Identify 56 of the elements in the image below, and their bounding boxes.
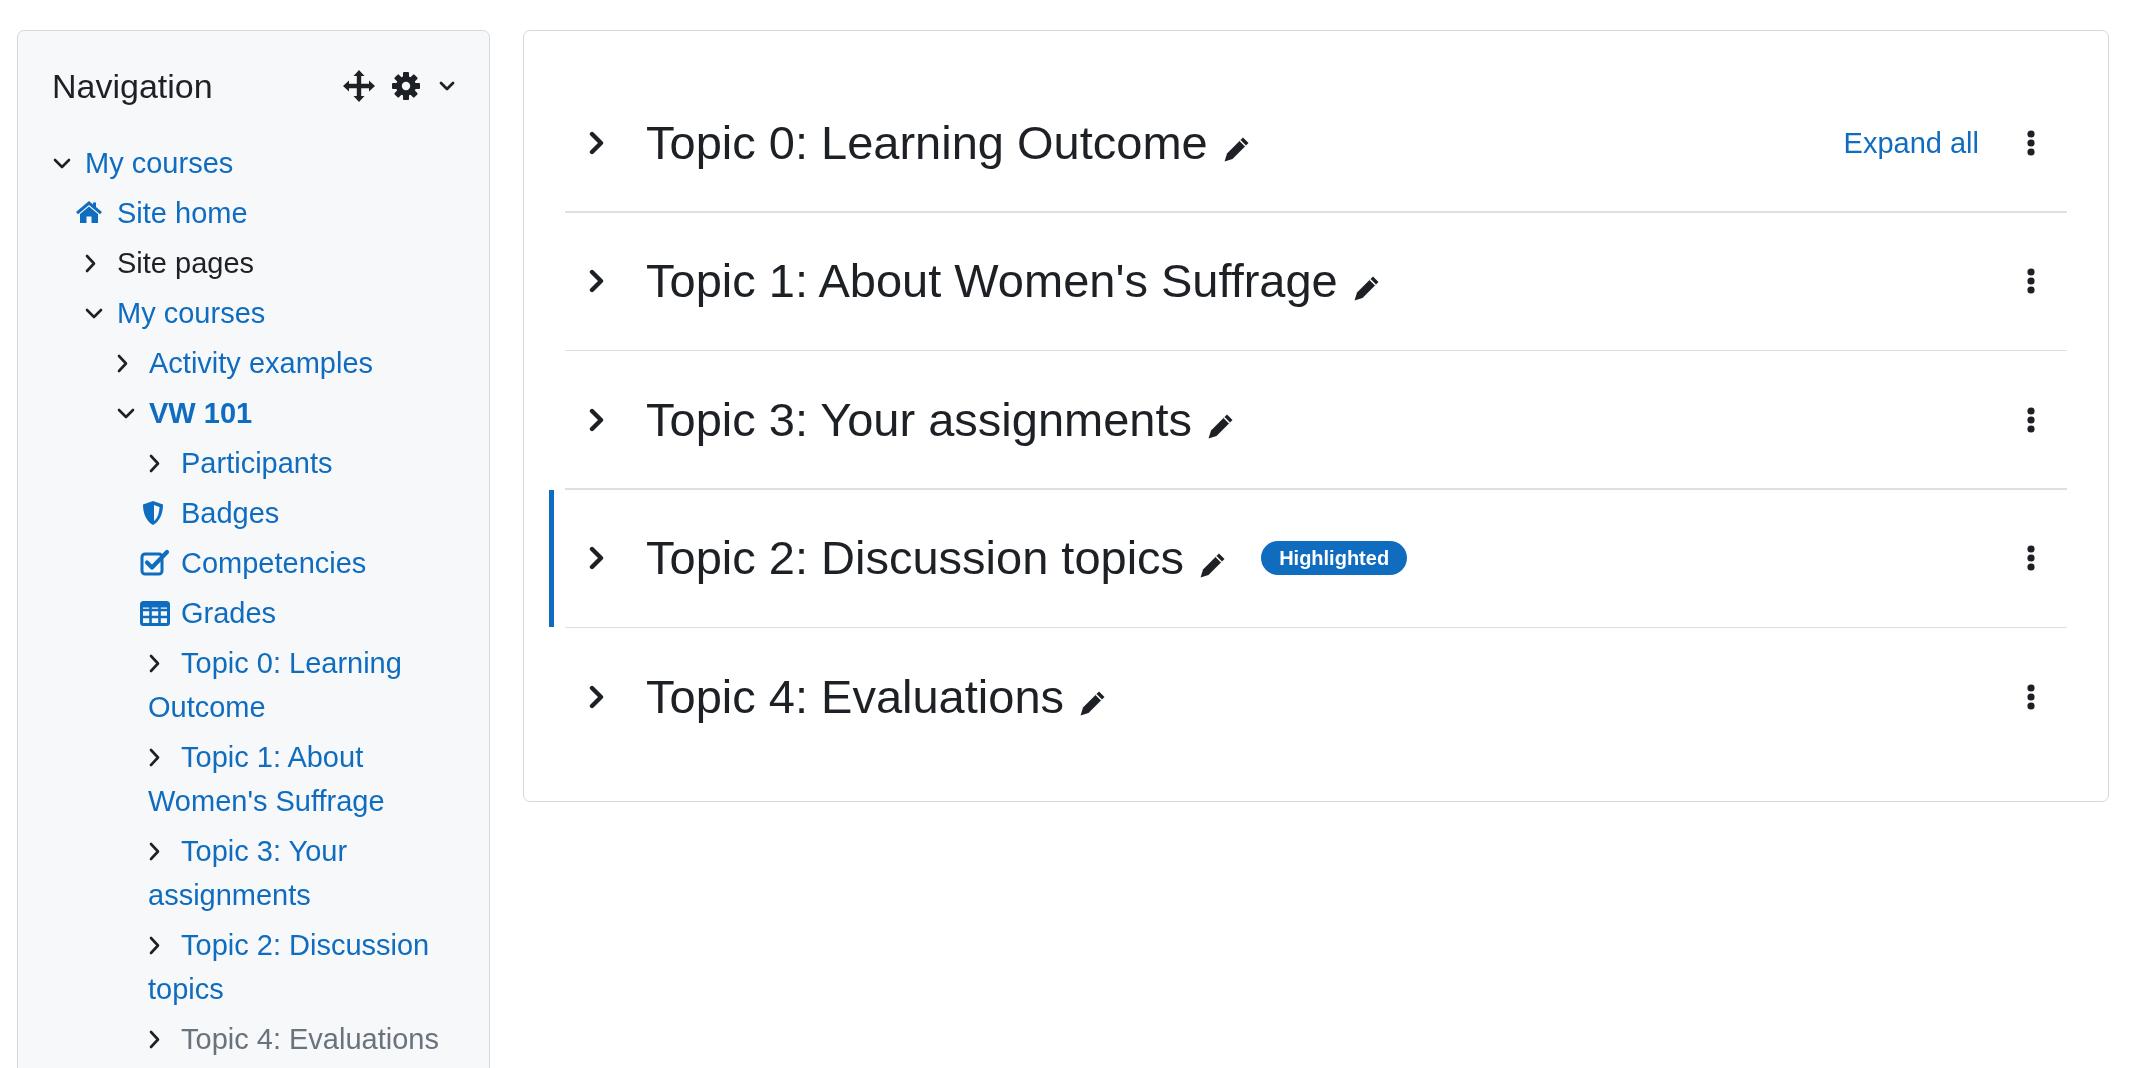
chevron-right-icon[interactable] [149,747,160,767]
nav-link[interactable]: Participants [148,441,333,485]
pencil-icon[interactable] [1207,413,1235,440]
nav-link[interactable]: Topic 0: Learning Outcome [148,641,455,729]
pencil-icon[interactable] [1352,274,1380,302]
chevron-right-icon[interactable] [149,1029,160,1049]
chevron-right-icon[interactable] [149,653,160,673]
section-title[interactable]: Topic 4: Evaluations [646,668,1065,725]
chevron-right-icon[interactable] [589,407,605,432]
chevron-right-icon[interactable] [589,269,605,293]
nav-link[interactable]: My courses [84,291,266,335]
nav-link[interactable]: VW 101 [116,391,253,435]
house-icon [75,200,103,225]
pencil-icon[interactable] [1199,551,1227,579]
pencil-icon[interactable] [1222,136,1250,163]
nav-link[interactable]: Topic 2: Discussion topics [148,923,455,1011]
nav-link[interactable]: Grades [140,591,277,635]
settings-icon[interactable] [392,72,420,100]
chevron-right-icon[interactable] [117,353,128,373]
caret-icon[interactable] [439,81,455,91]
chevron-right-icon[interactable] [589,130,605,155]
kebab-menu-icon[interactable] [2027,129,2035,156]
chevron-down-icon[interactable] [53,157,71,169]
chevron-right-icon[interactable] [149,453,160,473]
nav-link[interactable]: Topic 1: About Women's Suffrage [148,735,455,823]
nav-link[interactable]: Topic 4: Evaluations [148,1017,439,1061]
nav-item[interactable]: Site pages [84,241,255,285]
block-title: Navigation [52,66,213,107]
shield-icon [142,500,164,527]
chevron-right-icon[interactable] [149,935,160,955]
chevron-down-icon[interactable] [117,407,135,419]
status-badge: Highlighted [1261,541,1408,575]
chevron-right-icon[interactable] [589,546,605,570]
table-icon [140,600,170,626]
nav-link[interactable]: Activity examples [116,341,373,385]
nav-link[interactable]: Competencies [140,541,367,585]
section-title[interactable]: Topic 1: About Women's Suffrage [646,253,1338,309]
chevron-right-icon[interactable] [149,841,160,861]
section-title[interactable]: Topic 3: Your assignments [646,391,1193,448]
kebab-menu-icon[interactable] [2027,683,2035,710]
chevron-right-icon[interactable] [589,684,605,709]
chevron-right-icon[interactable] [85,253,96,273]
section-title[interactable]: Topic 2: Discussion topics [646,530,1185,586]
kebab-menu-icon[interactable] [2027,545,2035,571]
kebab-menu-icon[interactable] [2027,406,2035,433]
pencil-icon[interactable] [1079,690,1107,717]
kebab-menu-icon[interactable] [2027,268,2035,294]
nav-link[interactable]: Topic 3: Your assignments [148,829,455,917]
nav-link[interactable]: Site home [75,191,248,235]
nav-link[interactable]: Badges [142,491,280,535]
nav-link[interactable]: My courses [52,141,234,185]
checked-box-icon [140,548,170,576]
expand-all-link[interactable]: Expand all [1843,124,1979,161]
section-title[interactable]: Topic 0: Learning Outcome [646,114,1208,171]
chevron-down-icon[interactable] [85,307,103,319]
move-icon[interactable] [343,70,375,102]
